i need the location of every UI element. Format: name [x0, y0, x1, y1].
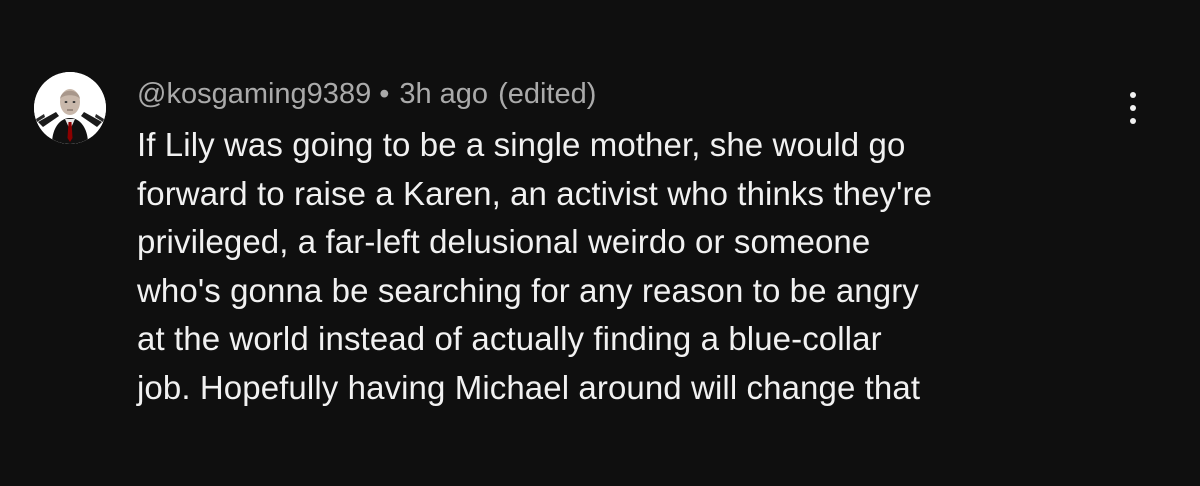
more-vertical-icon [1130, 118, 1136, 124]
comment-thread-item: @kosgaming9389 • 3h ago (edited) If Lily wa… [0, 0, 1200, 486]
comment-text-line: If Lily was going to be a single mother,… [137, 126, 906, 163]
more-vertical-icon [1130, 105, 1136, 111]
comment-action-menu-button[interactable] [1118, 88, 1148, 128]
comment-content: @kosgaming9389 • 3h ago (edited) If Lily wa… [137, 76, 1117, 412]
avatar[interactable] [34, 72, 106, 144]
edited-label: (edited) [498, 78, 597, 110]
comment-text-line: who's gonna be searching for any reason … [137, 271, 919, 309]
comment-text-line: forward to raise a Karen, an activist wh… [137, 174, 933, 212]
comment-text-line: at the world instead of actually finding… [137, 320, 882, 357]
comment-header: @kosgaming9389 • 3h ago (edited) [137, 76, 1117, 112]
comment-text: If Lily was going to be a single mother,… [137, 121, 1117, 412]
comment-timestamp[interactable]: 3h ago [399, 78, 488, 110]
hitman-avatar-icon [34, 72, 106, 144]
comment-text-line: job. Hopefully having Michael around wil… [137, 368, 921, 406]
author-handle[interactable]: @kosgaming9389 [137, 78, 371, 110]
more-vertical-icon [1130, 92, 1136, 98]
comment-text-line: privileged, a far-left delusional weirdo… [137, 223, 871, 260]
meta-separator: • [379, 78, 390, 110]
